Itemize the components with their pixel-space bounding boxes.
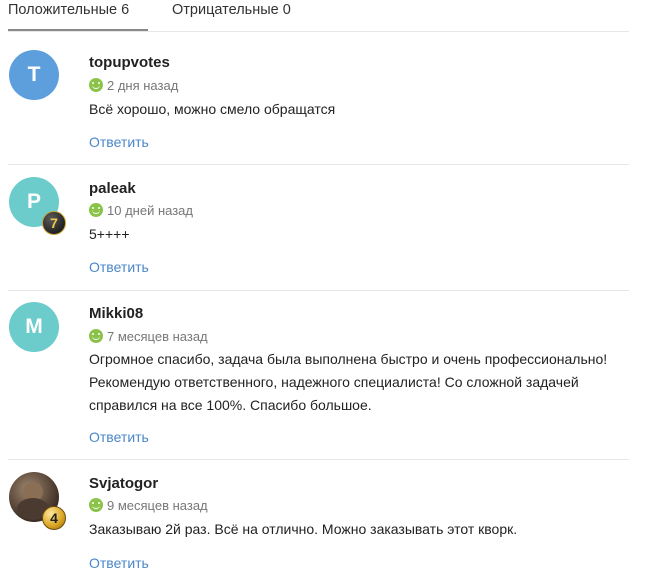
reply-button[interactable]: Ответить	[89, 555, 149, 571]
smile-icon	[89, 329, 103, 343]
review-item: 4 Svjatogor 9 месяцев назад Заказываю 2й…	[8, 472, 629, 575]
reply-button[interactable]: Ответить	[89, 429, 149, 445]
review-meta: 2 дня назад	[89, 78, 178, 94]
review-username[interactable]: Mikki08	[89, 305, 143, 322]
review-date: 7 месяцев назад	[107, 329, 208, 344]
level-badge: 7	[42, 211, 66, 235]
tab-negative[interactable]: Отрицательные 0	[172, 0, 291, 30]
review-tabs: Положительные 6 Отрицательные 0	[8, 0, 629, 32]
review-username[interactable]: Svjatogor	[89, 475, 158, 492]
review-date: 10 дней назад	[107, 203, 193, 218]
reply-button[interactable]: Ответить	[89, 259, 149, 275]
avatar[interactable]: M	[9, 302, 59, 352]
review-meta: 7 месяцев назад	[89, 329, 208, 345]
review-item: M Mikki08 7 месяцев назад Огромное спаси…	[8, 302, 629, 460]
smile-icon	[89, 498, 103, 512]
tab-positive[interactable]: Положительные 6	[8, 0, 148, 31]
review-text: Всё хорошо, можно смело обращатся	[89, 101, 336, 117]
reply-button[interactable]: Ответить	[89, 134, 149, 150]
review-text: Заказываю 2й раз. Всё на отлично. Можно …	[89, 521, 518, 537]
review-item: P 7 paleak 10 дней назад 5++++ Ответить	[8, 177, 629, 291]
review-item: T topupvotes 2 дня назад Всё хорошо, мож…	[8, 50, 629, 165]
review-username[interactable]: topupvotes	[89, 54, 170, 71]
review-date: 2 дня назад	[107, 78, 179, 93]
smile-icon	[89, 78, 103, 92]
smile-icon	[89, 203, 103, 217]
review-date: 9 месяцев назад	[107, 498, 208, 513]
review-meta: 10 дней назад	[89, 203, 193, 219]
review-text: 5++++	[89, 226, 130, 242]
review-username[interactable]: paleak	[89, 180, 136, 197]
avatar[interactable]: T	[9, 50, 59, 100]
level-badge: 4	[42, 506, 66, 530]
review-text: Огромное спасибо, задача была выполнена …	[89, 351, 608, 413]
review-meta: 9 месяцев назад	[89, 498, 208, 514]
